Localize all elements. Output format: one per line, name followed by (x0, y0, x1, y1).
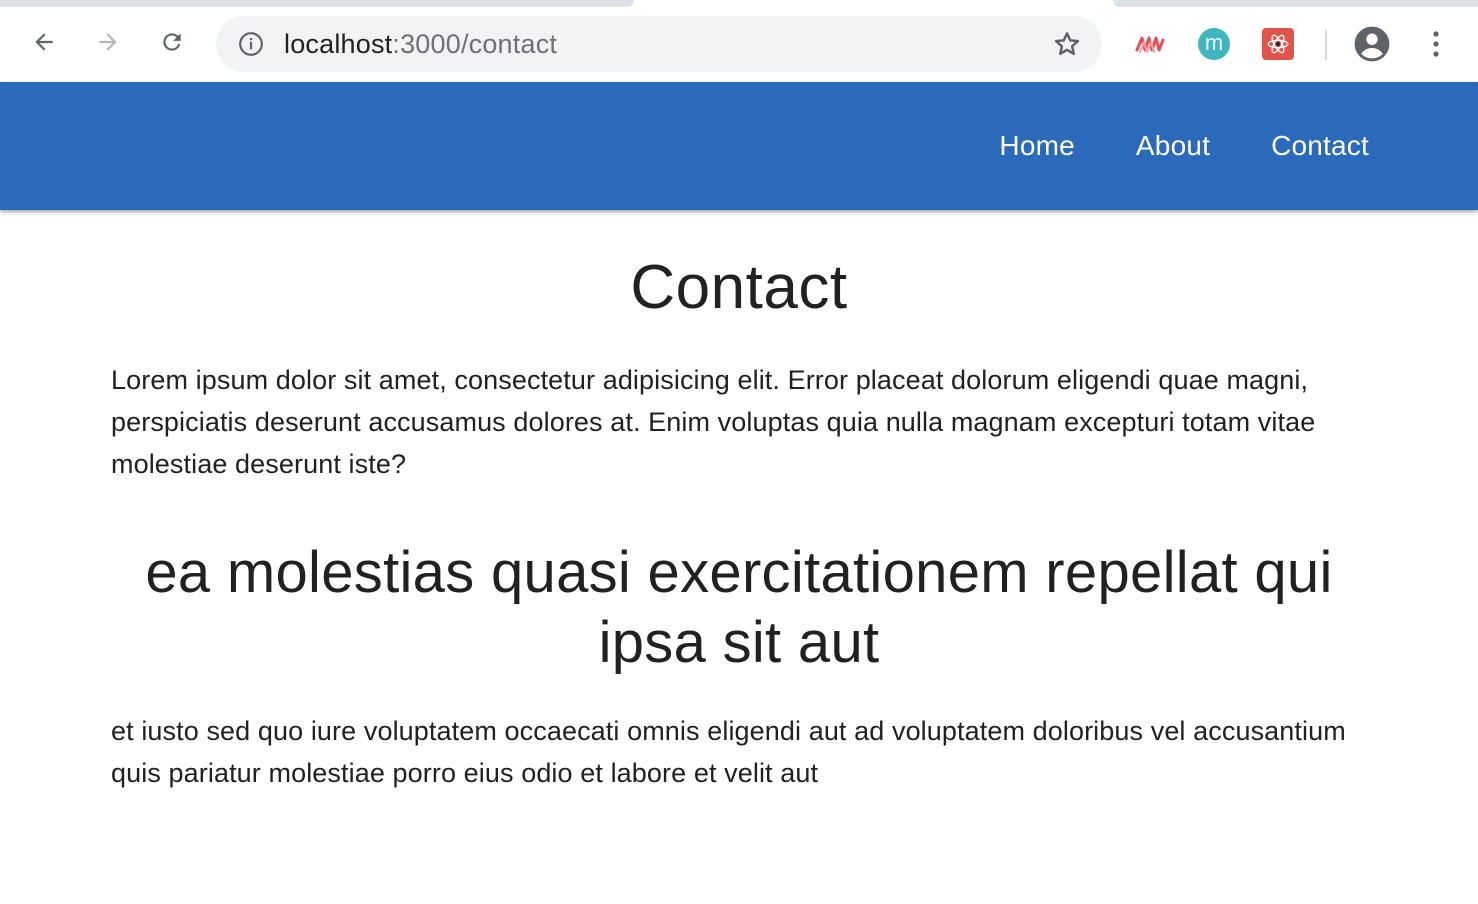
nav-link-home[interactable]: Home (999, 130, 1075, 162)
bookmark-star-icon[interactable] (1052, 29, 1082, 59)
reload-button[interactable] (152, 22, 192, 62)
wave-icon (1135, 36, 1165, 53)
forward-button[interactable] (88, 22, 128, 62)
intro-paragraph: Lorem ipsum dolor sit amet, consectetur … (111, 365, 1316, 479)
url-path: :3000/contact (392, 29, 558, 59)
page-title: Contact (630, 253, 848, 322)
inactive-tab-right[interactable] (1113, 0, 1478, 7)
address-bar[interactable]: localhost:3000/contact (216, 16, 1102, 72)
arrow-left-icon (35, 33, 53, 51)
site-navbar: Home About Contact (0, 82, 1478, 210)
tab-strip (0, 0, 1478, 8)
nav-link-contact[interactable]: Contact (1271, 130, 1369, 162)
toolbar-divider (1325, 30, 1327, 60)
kebab-menu-icon[interactable] (1424, 26, 1448, 62)
react-atom-icon (1262, 28, 1294, 60)
back-button[interactable] (24, 22, 64, 62)
inactive-tab-left[interactable] (0, 0, 634, 7)
url-host: localhost (284, 29, 393, 59)
m-circle-icon: m (1198, 28, 1230, 60)
info-icon[interactable] (238, 31, 264, 57)
arrow-right-icon (99, 33, 117, 51)
extension-react-devtools-icon[interactable] (1262, 28, 1294, 60)
nav-link-about[interactable]: About (1136, 130, 1210, 162)
browser-toolbar: localhost:3000/contact m (0, 8, 1478, 82)
nav-links: Home About Contact (999, 82, 1369, 210)
url-text[interactable]: localhost:3000/contact (284, 16, 557, 72)
main-content: Contact Lorem ipsum dolor sit amet, cons… (111, 210, 1367, 794)
extension-m-icon[interactable]: m (1198, 28, 1230, 60)
browser-chrome: localhost:3000/contact m (0, 0, 1478, 82)
post-body: et iusto sed quo iure voluptatem occaeca… (111, 716, 1346, 788)
profile-avatar-icon[interactable] (1353, 25, 1391, 63)
extension-wave-icon[interactable] (1134, 28, 1166, 60)
reload-icon (163, 33, 181, 51)
post-title: ea molestias quasi exercitationem repell… (145, 540, 1333, 675)
